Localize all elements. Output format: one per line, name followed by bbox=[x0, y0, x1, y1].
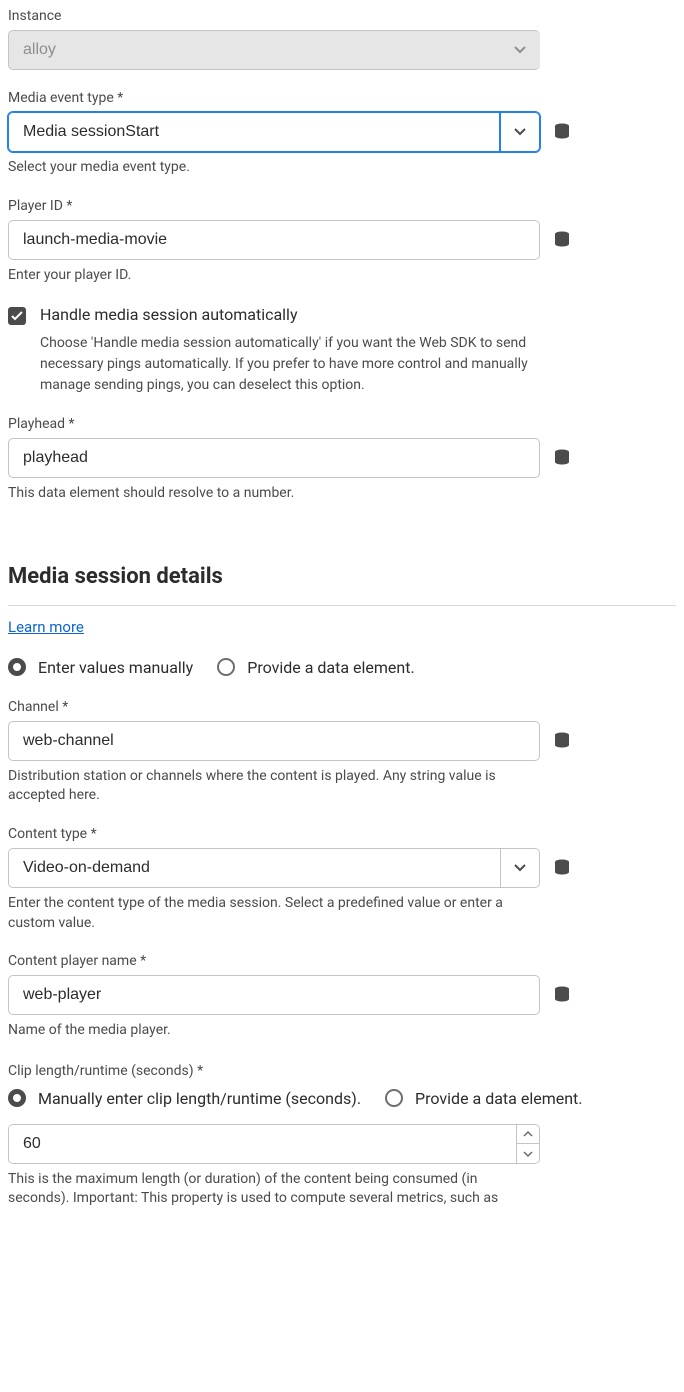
player-id-label: Player ID * bbox=[8, 198, 676, 214]
playhead-help: This data element should resolve to a nu… bbox=[8, 484, 540, 504]
player-name-label: Content player name * bbox=[8, 953, 676, 969]
handle-label: Handle media session automatically bbox=[40, 305, 298, 324]
mode-manual-item[interactable]: Enter values manually bbox=[8, 658, 193, 677]
clip-length-help: This is the maximum length (or duration)… bbox=[8, 1170, 540, 1209]
playhead-input[interactable] bbox=[8, 438, 540, 478]
content-type-input[interactable] bbox=[8, 848, 500, 888]
channel-field: Channel * Distribution station or channe… bbox=[8, 699, 676, 806]
database-icon[interactable] bbox=[552, 858, 572, 878]
mode-data-label: Provide a data element. bbox=[247, 658, 414, 677]
media-event-help: Select your media event type. bbox=[8, 158, 540, 178]
player-name-field: Content player name * Name of the media … bbox=[8, 953, 676, 1041]
clip-data-radio[interactable] bbox=[385, 1089, 403, 1107]
chevron-down-icon bbox=[514, 864, 526, 872]
player-id-field: Player ID * Enter your player ID. bbox=[8, 198, 676, 286]
clip-decrement-button[interactable] bbox=[516, 1143, 540, 1164]
mode-radio-group: Enter values manually Provide a data ele… bbox=[8, 658, 676, 677]
channel-help: Distribution station or channels where t… bbox=[8, 767, 540, 806]
database-icon[interactable] bbox=[552, 448, 572, 468]
database-icon[interactable] bbox=[552, 122, 572, 142]
clip-manual-label: Manually enter clip length/runtime (seco… bbox=[38, 1089, 361, 1108]
instance-combobox[interactable] bbox=[8, 30, 540, 70]
learn-more-link[interactable]: Learn more bbox=[8, 618, 84, 636]
clip-length-field: Clip length/runtime (seconds) * Manually… bbox=[8, 1063, 676, 1209]
chevron-down-icon bbox=[523, 1151, 533, 1157]
database-icon[interactable] bbox=[552, 230, 572, 250]
clip-data-label: Provide a data element. bbox=[415, 1089, 582, 1108]
content-type-label: Content type * bbox=[8, 826, 676, 842]
handle-desc: Choose 'Handle media session automatical… bbox=[40, 333, 550, 396]
clip-increment-button[interactable] bbox=[516, 1124, 540, 1144]
chevron-down-icon bbox=[514, 46, 526, 54]
playhead-label: Playhead * bbox=[8, 416, 676, 432]
chevron-down-icon bbox=[514, 128, 526, 136]
handle-checkbox[interactable] bbox=[8, 307, 26, 325]
playhead-field: Playhead * This data element should reso… bbox=[8, 416, 676, 504]
mode-manual-label: Enter values manually bbox=[38, 658, 193, 677]
content-type-combobox[interactable] bbox=[8, 848, 540, 888]
content-type-field: Content type * Enter the content type of… bbox=[8, 826, 676, 933]
clip-data-item[interactable]: Provide a data element. bbox=[385, 1089, 582, 1108]
player-id-input[interactable] bbox=[8, 220, 540, 260]
player-name-help: Name of the media player. bbox=[8, 1021, 540, 1041]
check-icon bbox=[11, 311, 23, 321]
clip-manual-radio[interactable] bbox=[8, 1089, 26, 1107]
divider bbox=[8, 605, 676, 606]
media-event-label: Media event type * bbox=[8, 90, 676, 106]
database-icon[interactable] bbox=[552, 985, 572, 1005]
mode-manual-radio[interactable] bbox=[8, 658, 26, 676]
clip-manual-item[interactable]: Manually enter clip length/runtime (seco… bbox=[8, 1089, 361, 1108]
instance-input[interactable] bbox=[8, 30, 540, 70]
chevron-up-icon bbox=[523, 1131, 533, 1137]
content-type-dropdown-button[interactable] bbox=[500, 848, 540, 888]
instance-dropdown-button[interactable] bbox=[500, 30, 540, 70]
player-name-input[interactable] bbox=[8, 975, 540, 1015]
media-event-dropdown-button[interactable] bbox=[500, 112, 540, 152]
section-title: Media session details bbox=[8, 564, 676, 589]
clip-length-numfield[interactable] bbox=[8, 1124, 540, 1164]
database-icon[interactable] bbox=[552, 731, 572, 751]
content-type-help: Enter the content type of the media sess… bbox=[8, 894, 540, 933]
instance-field: Instance bbox=[8, 8, 676, 70]
instance-label: Instance bbox=[8, 8, 676, 24]
mode-data-item[interactable]: Provide a data element. bbox=[217, 658, 414, 677]
mode-data-radio[interactable] bbox=[217, 658, 235, 676]
media-event-combobox[interactable] bbox=[8, 112, 540, 152]
player-id-help: Enter your player ID. bbox=[8, 266, 540, 286]
media-event-input[interactable] bbox=[8, 112, 500, 152]
media-event-field: Media event type * Select your media eve… bbox=[8, 90, 676, 178]
clip-spinner bbox=[516, 1124, 540, 1164]
clip-length-input[interactable] bbox=[8, 1124, 516, 1164]
channel-label: Channel * bbox=[8, 699, 676, 715]
handle-field: Handle media session automatically Choos… bbox=[8, 305, 676, 396]
clip-length-label: Clip length/runtime (seconds) * bbox=[8, 1063, 676, 1079]
channel-input[interactable] bbox=[8, 721, 540, 761]
